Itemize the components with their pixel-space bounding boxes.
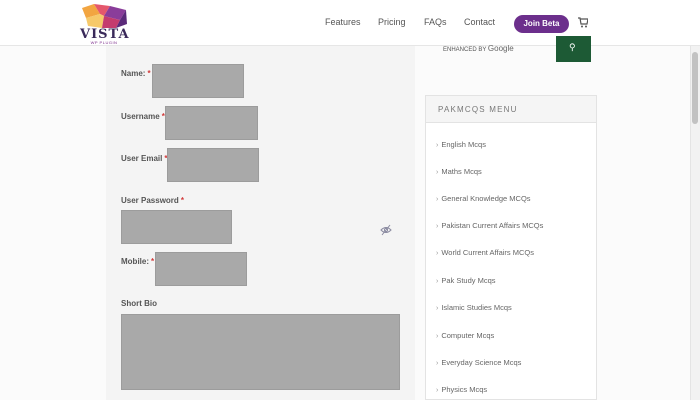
vista-logo[interactable]: VISTA WP PLUGIN [80,4,129,45]
chevron-right-icon: › [436,169,439,176]
username-input[interactable] [165,106,258,140]
menu-item-world-current-affairs[interactable]: › World Current Affairs MCQs [436,248,534,257]
password-label: User Password * [121,196,184,205]
menu-item-label: Everyday Science Mcqs [441,358,522,367]
logo-tagline: WP PLUGIN [90,40,118,45]
username-label: Username * [121,112,165,121]
enhanced-by-text: ENHANCED BY [443,47,487,53]
nav-contact[interactable]: Contact [464,17,495,27]
required-mark: * [147,69,151,78]
menu-item-label: World Current Affairs MCQs [441,248,535,257]
email-label: User Email * [121,154,167,163]
short-bio-label: Short Bio [121,299,157,308]
eye-slash-icon[interactable] [380,224,392,236]
chevron-right-icon: › [436,223,439,230]
nav-faqs[interactable]: FAQs [424,17,447,27]
menu-item-label: Pakistan Current Affairs MCQs [441,221,544,230]
username-label-text: Username [121,112,160,121]
nav-pricing[interactable]: Pricing [378,17,406,27]
menu-item-islamic-studies[interactable]: › Islamic Studies Mcqs [436,303,512,312]
chevron-right-icon: › [436,333,439,340]
cart-icon[interactable] [578,16,588,28]
menu-item-label: Maths Mcqs [441,167,482,176]
name-label-text: Name: [121,69,146,78]
chevron-right-icon: › [436,387,439,394]
chevron-right-icon: › [436,196,439,203]
chevron-right-icon: › [436,142,439,149]
required-mark: * [180,196,184,205]
chevron-right-icon: › [436,305,439,312]
required-mark: * [151,257,155,266]
google-text: Google [487,44,514,53]
menu-item-computer[interactable]: › Computer Mcqs [436,331,494,340]
menu-item-label: General Knowledge MCQs [441,194,531,203]
mobile-label: Mobile: * [121,257,154,266]
menu-item-general-knowledge[interactable]: › General Knowledge MCQs [436,194,531,203]
menu-item-label: Computer Mcqs [441,331,495,340]
menu-item-label: Pak Study Mcqs [441,276,496,285]
page-scrollbar-thumb[interactable] [692,52,698,124]
password-label-text: User Password [121,196,179,205]
email-label-text: User Email [121,154,163,163]
name-label: Name: * [121,69,151,78]
join-beta-button[interactable]: Join Beta [514,15,569,33]
chevron-right-icon: › [436,278,439,285]
search-button[interactable]: ⚲ [556,36,591,62]
mobile-label-text: Mobile: [121,257,149,266]
chevron-right-icon: › [436,250,439,257]
nav-features[interactable]: Features [325,17,361,27]
menu-item-english[interactable]: › English Mcqs [436,140,486,149]
email-input[interactable] [167,148,259,182]
menu-item-pak-study[interactable]: › Pak Study Mcqs [436,276,496,285]
enhanced-by-google: ENHANCED BY Google [443,44,514,53]
menu-item-label: English Mcqs [441,140,486,149]
menu-item-maths[interactable]: › Maths Mcqs [436,167,482,176]
mobile-input[interactable] [155,252,247,286]
menu-item-label: Islamic Studies Mcqs [441,303,512,312]
menu-item-everyday-science[interactable]: › Everyday Science Mcqs [436,358,521,367]
chevron-right-icon: › [436,360,439,367]
menu-item-label: Physics Mcqs [441,385,488,394]
menu-header: PAKMCQS MENU [425,95,597,123]
search-icon: ⚲ [569,42,576,52]
short-bio-textarea[interactable] [121,314,400,390]
menu-item-physics[interactable]: › Physics Mcqs [436,385,487,394]
menu-title: PAKMCQS MENU [438,105,518,114]
name-input[interactable] [152,64,244,98]
password-input[interactable] [121,210,232,244]
menu-item-pakistan-current-affairs[interactable]: › Pakistan Current Affairs MCQs [436,221,543,230]
